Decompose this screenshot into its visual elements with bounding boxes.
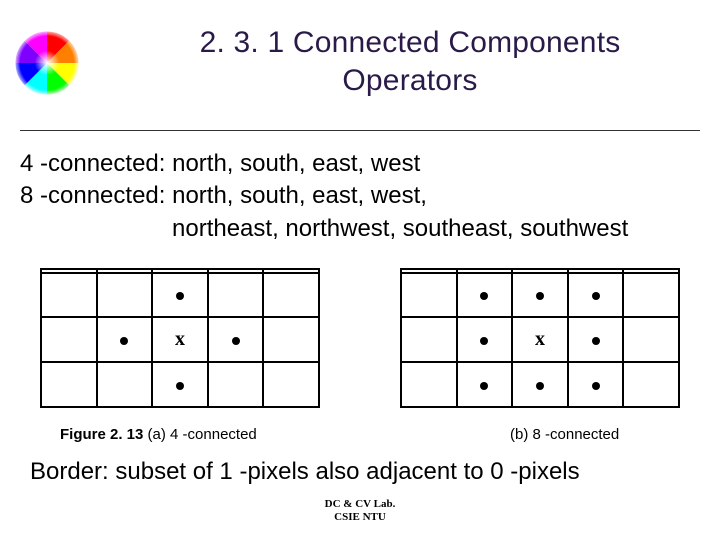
caption-b: (b) 8 -connected	[420, 426, 619, 443]
grid-cell: x	[152, 317, 208, 362]
dot-icon	[480, 292, 488, 300]
grid-cell	[152, 273, 208, 318]
grid-cell	[208, 362, 264, 407]
color-wheel-icon	[12, 28, 82, 98]
dot-icon	[120, 337, 128, 345]
grid-cell	[623, 317, 679, 362]
figure-b: x	[400, 268, 680, 408]
captions: Figure 2. 13 (a) 4 -connected (b) 8 -con…	[0, 426, 720, 443]
footer-line-2: CSIE NTU	[0, 511, 720, 524]
slide-title: 2. 3. 1 Connected Components Operators	[140, 24, 680, 99]
dot-icon	[176, 382, 184, 390]
grid-cell	[97, 317, 153, 362]
caption-a-label: (a) 4 -connected	[148, 426, 257, 443]
grid-cell	[41, 273, 97, 318]
grid-cell	[97, 362, 153, 407]
caption-a: Figure 2. 13 (a) 4 -connected	[0, 426, 420, 443]
grid-cell	[41, 362, 97, 407]
caption-a-prefix: Figure 2. 13	[60, 426, 148, 443]
dot-icon	[536, 382, 544, 390]
grid-cell	[457, 317, 513, 362]
dot-icon	[232, 337, 240, 345]
grid-cell	[568, 317, 624, 362]
dot-icon	[536, 292, 544, 300]
dot-icon	[592, 337, 600, 345]
body-line-1: 4 -connected: north, south, east, west	[20, 148, 700, 180]
grid-cell	[263, 273, 319, 318]
border-definition: Border: subset of 1 -pixels also adjacen…	[30, 458, 710, 486]
dot-icon	[592, 382, 600, 390]
grid-cell	[623, 362, 679, 407]
title-underline	[20, 130, 700, 131]
slide: 2. 3. 1 Connected Components Operators 4…	[0, 0, 720, 540]
figures-row: x x	[40, 268, 680, 408]
grid-cell	[208, 273, 264, 318]
body-text: 4 -connected: north, south, east, west 8…	[20, 148, 700, 245]
grid-cell	[263, 362, 319, 407]
grid-cell: x	[512, 317, 568, 362]
grid-cell	[263, 317, 319, 362]
grid-cell	[568, 273, 624, 318]
grid-cell	[152, 362, 208, 407]
grid-cell	[512, 273, 568, 318]
footer: DC & CV Lab. CSIE NTU	[0, 498, 720, 524]
body-line-2: 8 -connected: north, south, east, west,	[20, 180, 700, 212]
footer-line-1: DC & CV Lab.	[0, 498, 720, 511]
grid-cell	[512, 362, 568, 407]
figure-a: x	[40, 268, 320, 408]
dot-icon	[480, 382, 488, 390]
grid-cell	[568, 362, 624, 407]
grid-8-connected: x	[400, 268, 680, 408]
grid-4-connected: x	[40, 268, 320, 408]
dot-icon	[480, 337, 488, 345]
grid-cell	[457, 273, 513, 318]
grid-cell	[97, 273, 153, 318]
grid-cell	[401, 317, 457, 362]
dot-icon	[592, 292, 600, 300]
grid-cell	[41, 317, 97, 362]
dot-icon	[176, 292, 184, 300]
grid-cell	[401, 362, 457, 407]
grid-cell	[208, 317, 264, 362]
grid-cell	[457, 362, 513, 407]
grid-cell	[401, 273, 457, 318]
body-line-3: northeast, northwest, southeast, southwe…	[20, 213, 700, 245]
grid-cell	[623, 273, 679, 318]
